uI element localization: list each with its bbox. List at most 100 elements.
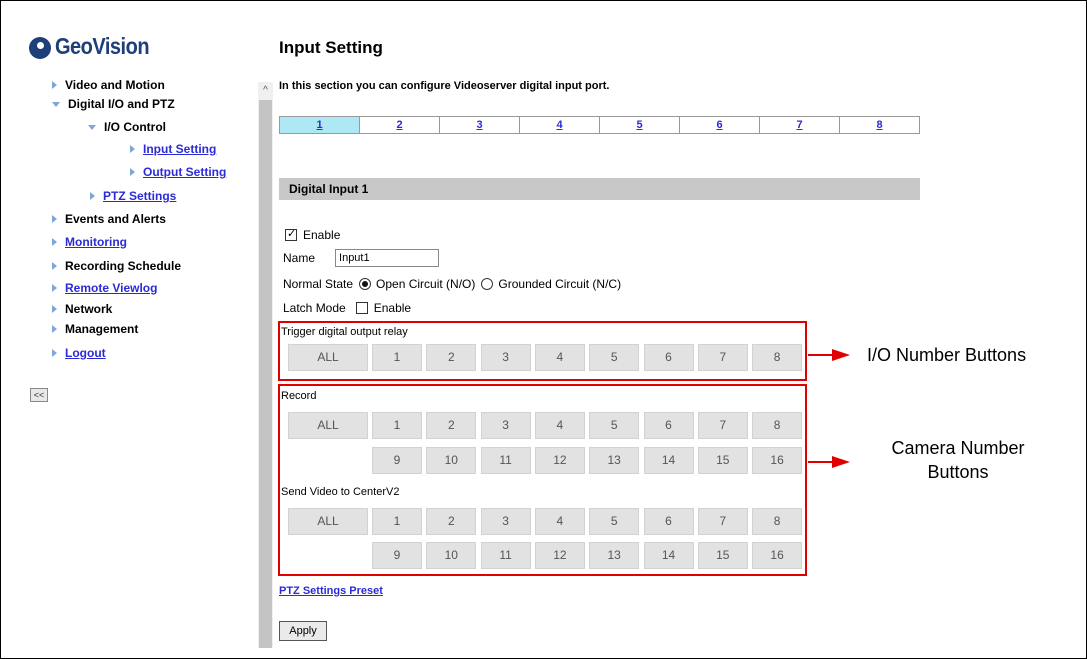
open-circuit-radio[interactable] [359,278,372,290]
record-button-8[interactable]: 8 [752,412,803,439]
record-button-14[interactable]: 14 [643,447,694,474]
tab-input-2[interactable]: 2 [360,117,440,133]
open-circuit-label: Open Circuit (N/O) [376,277,476,291]
enable-checkbox[interactable] [285,227,297,241]
tab-input-3[interactable]: 3 [440,117,520,133]
tab-input-1[interactable]: 1 [280,117,360,133]
geovision-logo: GeoVision [29,34,150,60]
expand-arrow-icon [52,325,57,333]
collapse-arrow-icon [88,124,96,130]
send-button-2[interactable]: 2 [426,508,477,535]
io-number-buttons-annotation: I/O Number Buttons [867,345,1027,365]
send-button-13[interactable]: 13 [589,542,640,569]
send-button-12[interactable]: 12 [534,542,585,569]
record-button-12[interactable]: 12 [534,447,585,474]
record-button-10[interactable]: 10 [426,447,477,474]
record-button-3[interactable]: 3 [480,412,531,439]
scrollbar-thumb[interactable] [259,100,272,648]
send-button-10[interactable]: 10 [426,542,477,569]
record-button-5[interactable]: 5 [589,412,640,439]
trigger-all-button[interactable]: ALL [288,344,368,371]
tab-input-6[interactable]: 6 [680,117,760,133]
annotation-arrow-line [808,354,834,356]
record-button-7[interactable]: 7 [697,412,748,439]
record-button-13[interactable]: 13 [589,447,640,474]
send-button-4[interactable]: 4 [534,508,585,535]
sidebar-item-digital-io-ptz[interactable]: Digital I/O and PTZ [52,97,175,111]
latch-mode-row: Latch Mode Enable [283,301,411,315]
ptz-settings-preset-link[interactable]: PTZ Settings Preset [279,585,383,597]
sidebar-item-recording-schedule[interactable]: Recording Schedule [52,259,181,273]
record-button-6[interactable]: 6 [643,412,694,439]
tab-input-7[interactable]: 7 [760,117,840,133]
trigger-button-2[interactable]: 2 [426,344,477,371]
sidebar-item-video-and-motion[interactable]: Video and Motion [52,78,165,92]
grounded-circuit-radio[interactable] [481,278,494,290]
trigger-button-6[interactable]: 6 [643,344,694,371]
send-button-11[interactable]: 11 [480,542,531,569]
send-button-5[interactable]: 5 [589,508,640,535]
tab-input-4[interactable]: 4 [520,117,600,133]
trigger-button-1[interactable]: 1 [372,344,422,371]
annotation-arrow-line [808,461,834,463]
expand-arrow-icon [52,81,57,89]
grounded-circuit-label: Grounded Circuit (N/C) [498,277,622,291]
sidebar-item-management[interactable]: Management [52,322,138,336]
send-button-14[interactable]: 14 [643,542,694,569]
trigger-button-3[interactable]: 3 [480,344,531,371]
send-button-15[interactable]: 15 [697,542,748,569]
record-all-button[interactable]: ALL [288,412,368,439]
enable-label: Enable [303,228,341,242]
trigger-button-5[interactable]: 5 [589,344,640,371]
apply-button[interactable]: Apply [279,621,327,641]
send-button-7[interactable]: 7 [697,508,748,535]
annotation-line-2: Buttons [927,462,989,482]
record-button-4[interactable]: 4 [534,412,585,439]
sidebar-item-network[interactable]: Network [52,302,112,316]
annotation-arrow-head-icon [832,456,850,468]
trigger-button-7[interactable]: 7 [697,344,748,371]
sidebar-item-monitoring[interactable]: Monitoring [52,235,127,249]
sidebar-item-io-control[interactable]: I/O Control [88,120,166,134]
send-button-16[interactable]: 16 [752,542,803,569]
send-button-9[interactable]: 9 [372,542,422,569]
logo-text: GeoVision [55,34,150,60]
section-header: Digital Input 1 [279,178,920,200]
trigger-button-8[interactable]: 8 [752,344,803,371]
record-button-15[interactable]: 15 [697,447,748,474]
send-all-button[interactable]: ALL [288,508,368,535]
intro-text: In this section you can configure Videos… [279,80,610,92]
normal-state-row: Normal State Open Circuit (N/O) Grounded… [283,277,621,291]
name-input[interactable] [335,249,440,267]
logo-icon [29,36,51,59]
latch-enable-checkbox[interactable] [355,302,368,314]
sidebar-item-logout[interactable]: Logout [52,346,106,360]
record-button-2[interactable]: 2 [426,412,477,439]
record-button-11[interactable]: 11 [480,447,531,474]
send-button-6[interactable]: 6 [643,508,694,535]
send-button-1[interactable]: 1 [372,508,422,535]
sidebar-item-input-setting[interactable]: Input Setting [130,142,216,156]
expand-arrow-icon [130,168,135,176]
tab-input-8[interactable]: 8 [840,117,919,133]
annotation-arrow-head-icon [832,349,850,361]
send-button-8[interactable]: 8 [752,508,803,535]
collapse-sidebar-button[interactable]: << [30,388,48,402]
normal-state-label: Normal State [283,277,354,291]
latch-mode-label: Latch Mode [283,301,346,315]
expand-arrow-icon [90,192,95,200]
name-row: Name [283,249,440,267]
record-button-16[interactable]: 16 [752,447,803,474]
record-label: Record [281,390,317,402]
sidebar-item-ptz-settings[interactable]: PTZ Settings [90,189,176,203]
sidebar-item-output-setting[interactable]: Output Setting [130,165,226,179]
sidebar-item-remote-viewlog[interactable]: Remote Viewlog [52,281,157,295]
record-button-1[interactable]: 1 [372,412,422,439]
camera-number-buttons-annotation: Camera Number Buttons [858,436,1058,484]
record-button-9[interactable]: 9 [372,447,422,474]
sidebar-item-events-alerts[interactable]: Events and Alerts [52,212,166,226]
tab-input-5[interactable]: 5 [600,117,680,133]
send-button-3[interactable]: 3 [480,508,531,535]
scroll-up-icon[interactable]: ^ [258,84,273,98]
trigger-button-4[interactable]: 4 [534,344,585,371]
